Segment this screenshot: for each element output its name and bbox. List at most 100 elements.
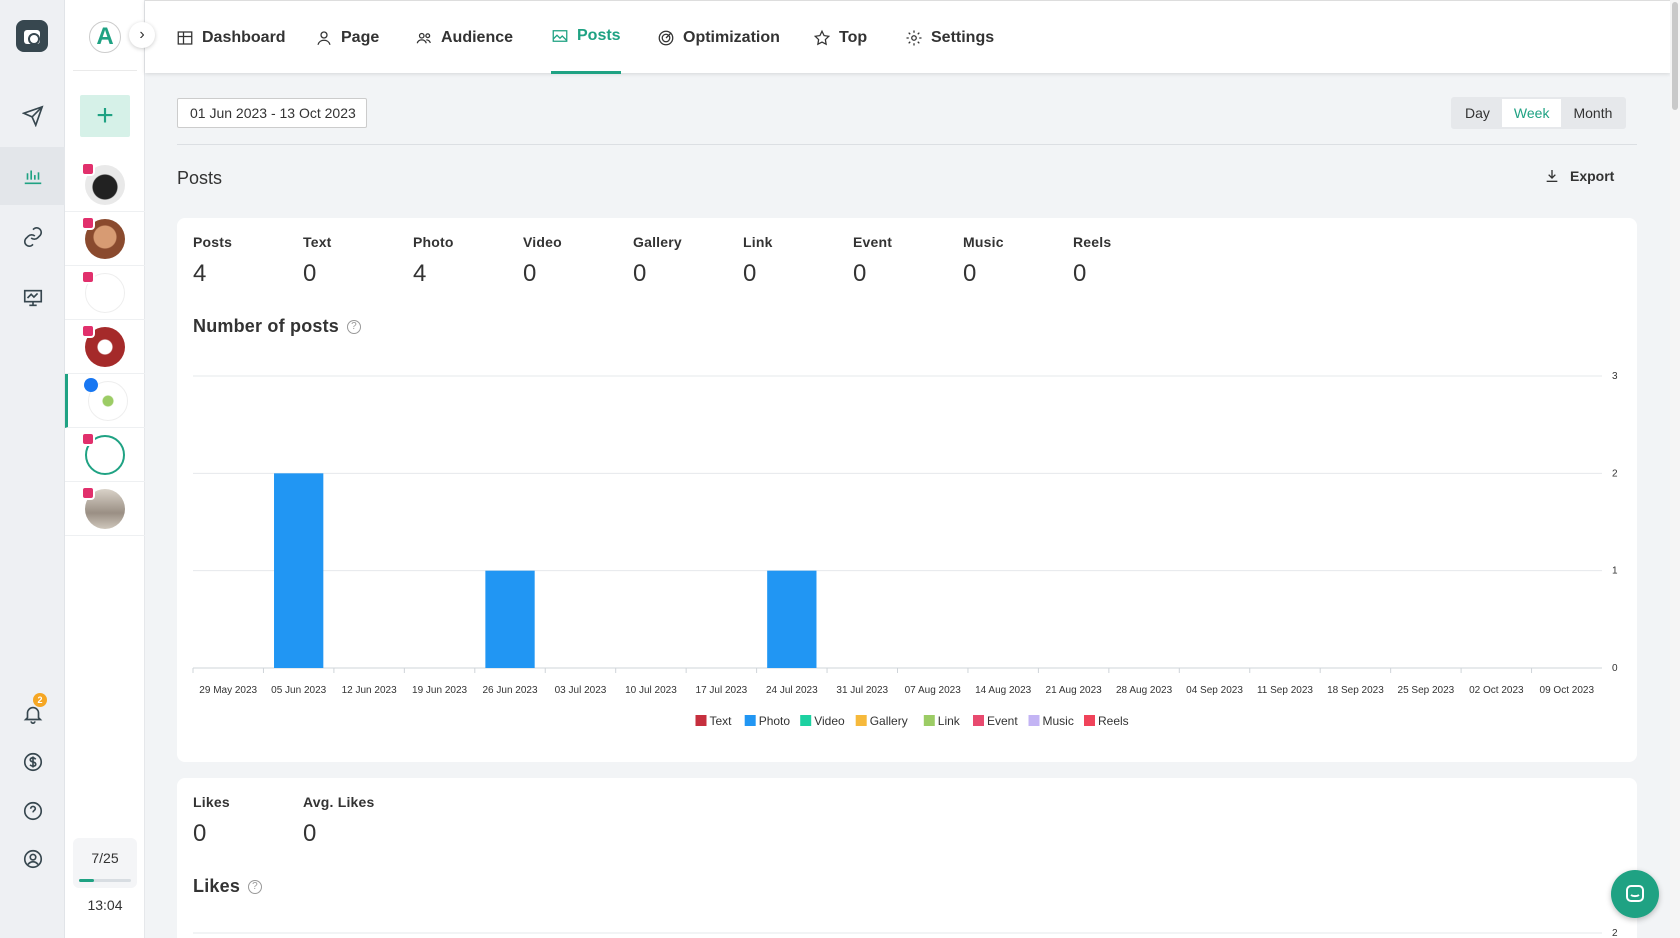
workspace-avatar[interactable]: A (89, 21, 121, 53)
help-icon[interactable]: ? (347, 319, 362, 334)
accounts-usage: 7/25 (73, 838, 137, 888)
date-range-picker[interactable]: 01 Jun 2023 - 13 Oct 2023 (177, 98, 367, 128)
stat-link: Link 0 (743, 234, 773, 287)
rail-analytics[interactable] (0, 147, 65, 205)
period-month[interactable]: Month (1561, 99, 1624, 127)
user-icon (317, 30, 331, 45)
x-tick-label: 07 Aug 2023 (905, 685, 962, 696)
instagram-icon (81, 324, 95, 338)
legend-swatch (1084, 715, 1095, 726)
link-icon (23, 227, 42, 247)
account-item[interactable] (65, 266, 145, 320)
account-item-selected[interactable] (65, 374, 145, 428)
accounts-panel: A › + 7/25 13:04 (65, 0, 155, 938)
x-tick-label: 12 Jun 2023 (342, 685, 397, 696)
rail-publish[interactable] (0, 87, 65, 145)
star-icon (813, 29, 831, 45)
x-tick-label: 09 Oct 2023 (1540, 685, 1595, 696)
stat-gallery: Gallery 0 (633, 234, 682, 287)
instagram-icon (81, 162, 95, 176)
export-button[interactable]: Export (1544, 168, 1614, 184)
plus-icon: + (96, 99, 114, 132)
period-week[interactable]: Week (1501, 99, 1562, 127)
x-tick-label: 10 Jul 2023 (625, 685, 677, 696)
x-tick-label: 03 Jul 2023 (555, 685, 607, 696)
bar-photo (767, 570, 817, 668)
top-nav: Dashboard Page Audience Posts Optimizati… (145, 0, 1670, 74)
account-item[interactable] (65, 320, 145, 374)
expand-sidebar-button[interactable]: › (129, 22, 155, 48)
stat-event: Event 0 (853, 234, 893, 287)
legend-label: Link (938, 714, 961, 728)
account-item[interactable] (65, 428, 145, 482)
y-tick-label: 2 (1612, 928, 1618, 938)
bar-photo (485, 570, 535, 668)
tab-top[interactable]: Top (813, 1, 867, 74)
chat-button[interactable] (1611, 870, 1659, 918)
likes-card: Likes 0 Avg. Likes 0 Likes ? 2 (177, 778, 1637, 938)
stat-music: Music 0 (963, 234, 1004, 287)
x-tick-label: 25 Sep 2023 (1398, 685, 1455, 696)
target-icon (658, 30, 674, 45)
tab-page[interactable]: Page (315, 1, 379, 74)
facebook-icon (84, 378, 98, 392)
x-tick-label: 02 Oct 2023 (1469, 685, 1524, 696)
instagram-icon (81, 270, 95, 284)
tab-audience[interactable]: Audience (415, 1, 513, 74)
legend-label: Music (1043, 714, 1074, 728)
image-icon (552, 30, 568, 42)
tab-settings[interactable]: Settings (905, 1, 994, 74)
stat-text: Text 0 (303, 234, 332, 287)
download-icon (1546, 170, 1558, 182)
chevron-right-icon: › (139, 26, 145, 43)
period-day[interactable]: Day (1453, 99, 1502, 127)
x-tick-label: 05 Jun 2023 (271, 685, 326, 696)
page-scrollbar[interactable] (1670, 0, 1680, 938)
account-item[interactable] (65, 212, 145, 266)
x-tick-label: 17 Jul 2023 (696, 685, 748, 696)
account-item[interactable] (65, 482, 145, 536)
gear-icon (906, 30, 922, 45)
app-logo-icon[interactable] (16, 20, 48, 52)
x-tick-label: 28 Aug 2023 (1116, 685, 1173, 696)
legend-label: Reels (1098, 714, 1129, 728)
y-tick-label: 0 (1612, 663, 1618, 674)
user-circle-icon (23, 849, 42, 869)
y-tick-label: 2 (1612, 468, 1618, 479)
section-title: Posts (177, 168, 223, 188)
x-tick-label: 26 Jun 2023 (482, 685, 537, 696)
account-item[interactable] (65, 158, 145, 212)
tab-posts[interactable]: Posts (551, 1, 621, 74)
instagram-icon (81, 486, 95, 500)
help-icon[interactable]: ? (248, 879, 263, 894)
chat-icon (1626, 885, 1644, 902)
x-tick-label: 11 Sep 2023 (1257, 685, 1313, 696)
legend-label: Photo (759, 714, 791, 728)
legend-label: Event (987, 714, 1018, 728)
instagram-icon (81, 216, 95, 230)
x-tick-label: 04 Sep 2023 (1186, 685, 1243, 696)
tab-dashboard[interactable]: Dashboard (176, 1, 286, 74)
send-icon (21, 105, 44, 127)
x-tick-label: 21 Aug 2023 (1046, 685, 1103, 696)
table-icon (177, 30, 193, 45)
clock: 13:04 (87, 897, 123, 913)
legend-label: Gallery (870, 714, 908, 728)
posts-chart: 0 1 2 3 29 May 2023 05 Jun 2023 12 Jun 2023 19 … (192, 371, 1618, 728)
instagram-icon (81, 432, 95, 446)
likes-chart: 2 (193, 928, 1618, 938)
help-circle-icon (23, 801, 42, 821)
rail-profile[interactable] (0, 830, 65, 888)
bar-chart-icon (24, 170, 41, 185)
add-account-button[interactable]: + (80, 95, 130, 137)
x-tick-label: 24 Jul 2023 (766, 685, 818, 696)
rail-links[interactable] (0, 208, 65, 266)
monitor-chart-icon (23, 289, 42, 307)
tab-optimization[interactable]: Optimization (657, 1, 780, 74)
x-tick-label: 19 Jun 2023 (412, 685, 467, 696)
rail-monitoring[interactable] (0, 269, 65, 327)
stat-video: Video 0 (523, 234, 562, 287)
divider (177, 144, 1637, 145)
icon-rail: 2 (0, 0, 65, 938)
notification-badge: 2 (33, 693, 47, 707)
